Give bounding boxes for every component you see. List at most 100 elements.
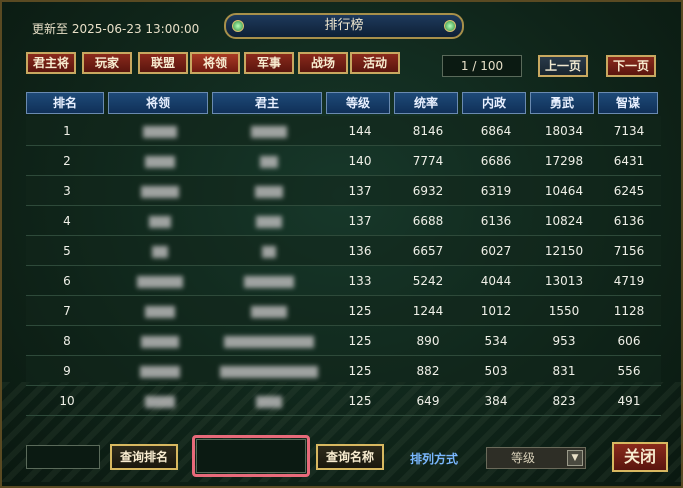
cell-command: 890 xyxy=(416,334,440,348)
redacted-name xyxy=(224,335,314,348)
gem-icon xyxy=(232,20,244,32)
cell-intellect: 1128 xyxy=(613,304,645,318)
cell-level: 137 xyxy=(348,214,372,228)
cell-rank: 5 xyxy=(63,244,71,258)
tab-generals[interactable]: 将领 xyxy=(190,52,240,74)
col-header-command[interactable]: 统率 xyxy=(394,92,458,114)
table-row[interactable]: 6 133 5242 4044 13013 4719 xyxy=(26,266,661,296)
col-header-valor[interactable]: 勇武 xyxy=(530,92,594,114)
table-row[interactable]: 5 136 6657 6027 12150 7156 xyxy=(26,236,661,266)
cell-intellect: 7134 xyxy=(613,124,645,138)
cell-valor: 13013 xyxy=(544,274,584,288)
query-name-button[interactable]: 查询名称 xyxy=(316,444,384,470)
col-header-lord[interactable]: 君主 xyxy=(212,92,322,114)
table-row[interactable]: 4 137 6688 6136 10824 6136 xyxy=(26,206,661,236)
table-row[interactable]: 3 137 6932 6319 10464 6245 xyxy=(26,176,661,206)
cell-intellect: 6136 xyxy=(613,214,645,228)
cell-politics: 4044 xyxy=(480,274,512,288)
cell-rank: 7 xyxy=(63,304,71,318)
col-header-politics[interactable]: 内政 xyxy=(462,92,526,114)
tab-alliance[interactable]: 联盟 xyxy=(138,52,188,74)
table-row[interactable]: 2 140 7774 6686 17298 6431 xyxy=(26,146,661,176)
redacted-name xyxy=(140,365,180,378)
cell-rank: 4 xyxy=(63,214,71,228)
col-header-intellect[interactable]: 智谋 xyxy=(598,92,658,114)
cell-command: 6688 xyxy=(412,214,444,228)
cell-valor: 823 xyxy=(552,394,576,408)
table-row[interactable]: 8 125 890 534 953 606 xyxy=(26,326,661,356)
prev-page-button[interactable]: 上一页 xyxy=(538,55,588,77)
cell-valor: 831 xyxy=(552,364,576,378)
cell-intellect: 7156 xyxy=(613,244,645,258)
cell-command: 6932 xyxy=(412,184,444,198)
col-header-general[interactable]: 将领 xyxy=(108,92,208,114)
highlight-box xyxy=(192,435,310,477)
cell-intellect: 6245 xyxy=(613,184,645,198)
cell-politics: 503 xyxy=(484,364,508,378)
cell-rank: 3 xyxy=(63,184,71,198)
cell-level: 125 xyxy=(348,394,372,408)
cell-valor: 1550 xyxy=(548,304,580,318)
title-bar: 排行榜 xyxy=(224,13,464,39)
tab-battlefield[interactable]: 战场 xyxy=(298,52,348,74)
update-time: 2025-06-23 13:00:00 xyxy=(71,22,200,36)
redacted-name xyxy=(145,305,175,318)
cell-valor: 953 xyxy=(552,334,576,348)
cell-general xyxy=(108,206,212,236)
cell-politics: 384 xyxy=(484,394,508,408)
cell-general xyxy=(108,296,212,326)
redacted-name xyxy=(256,395,282,408)
cell-valor: 10824 xyxy=(544,214,584,228)
cell-general xyxy=(108,146,212,176)
table-row[interactable]: 7 125 1244 1012 1550 1128 xyxy=(26,296,661,326)
cell-level: 144 xyxy=(348,124,372,138)
sort-select[interactable]: 等级 ▼ xyxy=(486,447,586,469)
redacted-name xyxy=(251,305,287,318)
redacted-name xyxy=(256,215,282,228)
rank-query-input[interactable] xyxy=(26,445,100,469)
cell-level: 140 xyxy=(348,154,372,168)
tab-lord-general[interactable]: 君主将 xyxy=(26,52,76,74)
leaderboard-panel: 更新至 2025-06-23 13:00:00 排行榜 君主将 玩家 联盟 将领… xyxy=(0,0,683,488)
cell-intellect: 491 xyxy=(617,394,641,408)
chevron-down-icon[interactable]: ▼ xyxy=(567,450,583,466)
cell-lord xyxy=(212,116,326,146)
page-indicator: 1 / 100 xyxy=(442,55,522,77)
table-row[interactable]: 9 125 882 503 831 556 xyxy=(26,356,661,386)
chat-overlay xyxy=(2,395,6,434)
redacted-name xyxy=(152,245,168,258)
cell-lord xyxy=(212,356,326,386)
cell-politics: 6136 xyxy=(480,214,512,228)
table-row[interactable]: 10 125 649 384 823 491 xyxy=(26,386,661,416)
cell-command: 5242 xyxy=(412,274,444,288)
cell-command: 1244 xyxy=(412,304,444,318)
close-button[interactable]: 关闭 xyxy=(612,442,668,472)
cell-general xyxy=(108,266,212,296)
cell-rank: 8 xyxy=(63,334,71,348)
cell-level: 137 xyxy=(348,184,372,198)
col-header-level[interactable]: 等级 xyxy=(326,92,390,114)
next-page-button[interactable]: 下一页 xyxy=(606,55,656,77)
col-header-rank[interactable]: 排名 xyxy=(26,92,104,114)
cell-lord xyxy=(212,326,326,356)
cell-lord xyxy=(212,296,326,326)
cell-level: 136 xyxy=(348,244,372,258)
cell-lord xyxy=(212,236,326,266)
cell-command: 8146 xyxy=(412,124,444,138)
table-row[interactable]: 1 144 8146 6864 18034 7134 xyxy=(26,116,661,146)
redacted-name xyxy=(220,365,318,378)
query-rank-button[interactable]: 查询排名 xyxy=(110,444,178,470)
cell-general xyxy=(108,356,212,386)
tab-military[interactable]: 军事 xyxy=(244,52,294,74)
update-label: 更新至 xyxy=(32,22,69,36)
tab-players[interactable]: 玩家 xyxy=(82,52,132,74)
cell-rank: 1 xyxy=(63,124,71,138)
cell-general xyxy=(108,176,212,206)
cell-level: 125 xyxy=(348,334,372,348)
cell-command: 7774 xyxy=(412,154,444,168)
cell-politics: 6686 xyxy=(480,154,512,168)
cell-rank: 9 xyxy=(63,364,71,378)
redacted-name xyxy=(143,125,177,138)
tab-events[interactable]: 活动 xyxy=(350,52,400,74)
redacted-name xyxy=(255,185,283,198)
